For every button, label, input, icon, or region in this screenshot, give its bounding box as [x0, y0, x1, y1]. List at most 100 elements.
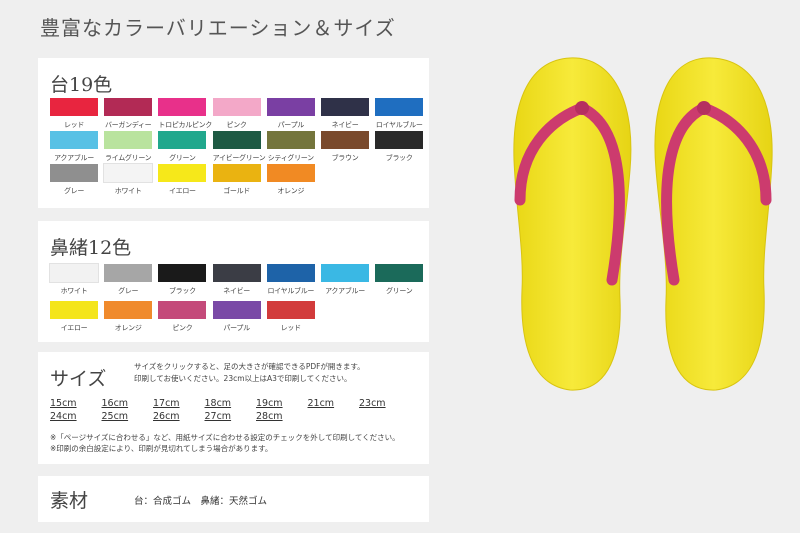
- base-color-swatch-chip: [212, 164, 261, 182]
- base-color-swatch-chip: [50, 131, 98, 149]
- base-color-swatch-label: イエロー: [169, 187, 196, 195]
- base-color-swatch-chip: [158, 131, 207, 149]
- left-toe-post: [575, 101, 589, 115]
- base-color-swatch-chip: [375, 131, 424, 149]
- base-color-swatch-label: バーガンディー: [104, 121, 152, 129]
- base-color-swatch-label: アクアブルー: [54, 154, 94, 162]
- base-color-swatch: ブラック: [375, 131, 424, 163]
- base-color-swatch-label: ロイヤルブルー: [375, 121, 423, 129]
- strap-color-swatch-label: レッド: [280, 324, 301, 332]
- base-color-swatch: ピンク: [212, 98, 261, 130]
- strap-color-swatch: ネイビー: [212, 264, 261, 296]
- strap-color-swatch-chip: [321, 264, 369, 282]
- base-color-swatch-chip: [212, 98, 261, 116]
- left-sandal: [513, 57, 632, 391]
- base-color-swatch-label: レッド: [63, 121, 85, 129]
- strap-color-swatch-chip: [50, 301, 98, 319]
- base-color-swatch-label: ブラック: [385, 154, 413, 162]
- base-color-swatch-label: ブラウン: [331, 154, 359, 162]
- strap-color-swatch-chip: [266, 264, 315, 282]
- base-color-swatch: ネイビー: [321, 98, 369, 130]
- size-link[interactable]: 21cm: [308, 398, 335, 409]
- page-title: 豊富なカラーバリエーション＆サイズ: [40, 16, 396, 40]
- base-color-swatch-label: アイビーグリーン: [212, 154, 266, 162]
- base-color-swatch-chip: [104, 98, 153, 116]
- strap-color-swatch-chip: [104, 264, 153, 282]
- strap-color-swatch-chip: [158, 264, 207, 282]
- strap-color-swatch-chip: [49, 263, 99, 283]
- strap-color-swatch: オレンジ: [104, 301, 153, 333]
- base-color-swatch: パープル: [266, 98, 315, 130]
- base-color-swatch: アイビーグリーン: [212, 131, 266, 163]
- base-color-swatch-label: グリーン: [169, 154, 196, 162]
- base-color-swatch: ゴールド: [212, 164, 261, 196]
- strap-color-swatch-label: ホワイト: [60, 287, 88, 295]
- base-color-swatch-label: シティグリーン: [267, 154, 314, 162]
- sizes-description: サイズをクリックすると、足の大きさが確認できるPDFが開きます。 印刷してお使い…: [134, 361, 424, 385]
- strap-colors-panel: 鼻緒12色 ホワイト グレー ブラック ネイビー ロイヤルブルー アクアブルー グリーン イエ…: [38, 221, 429, 342]
- base-color-swatch-label: グレー: [63, 187, 85, 195]
- right-sandal: [654, 57, 773, 391]
- base-color-swatch: ロイヤルブルー: [375, 98, 424, 130]
- base-color-swatch: ホワイト: [103, 163, 154, 196]
- strap-colors-heading: 鼻緒12色: [50, 237, 132, 259]
- base-color-swatch: イエロー: [158, 164, 207, 196]
- base-color-swatch-label: ピンク: [226, 121, 247, 129]
- strap-color-swatch-label: ネイビー: [223, 287, 250, 295]
- strap-color-swatch-label: グレー: [118, 287, 139, 295]
- strap-color-swatch-label: ピンク: [172, 324, 193, 332]
- strap-color-swatch-label: パープル: [223, 324, 250, 332]
- flip-flops-photo: [513, 57, 773, 391]
- size-link[interactable]: 15cm: [50, 398, 77, 409]
- size-link[interactable]: 19cm: [256, 398, 283, 409]
- base-color-swatch-chip: [266, 164, 315, 182]
- size-link[interactable]: 25cm: [102, 411, 129, 422]
- base-color-swatch: グリーン: [158, 131, 207, 163]
- base-color-swatch: アクアブルー: [50, 131, 98, 163]
- base-color-swatch-chip: [50, 164, 98, 182]
- base-color-swatch-label: ライムグリーン: [104, 154, 152, 162]
- base-color-swatch-label: トロピカルピンク: [158, 121, 212, 129]
- size-link[interactable]: 24cm: [50, 411, 77, 422]
- sizes-description-line1: サイズをクリックすると、足の大きさが確認できるPDFが開きます。: [134, 362, 365, 371]
- base-color-swatch-chip: [266, 131, 315, 149]
- size-link[interactable]: 16cm: [102, 398, 129, 409]
- size-link[interactable]: 23cm: [359, 398, 386, 409]
- base-color-swatch-label: ネイビー: [331, 121, 359, 129]
- size-note-1: ※「ページサイズに合わせる」など、用紙サイズに合わせる設定のチェックを外して印刷…: [50, 433, 400, 442]
- strap-color-swatch-label: ロイヤルブルー: [267, 287, 315, 295]
- strap-color-swatch-label: アクアブルー: [325, 287, 365, 295]
- strap-color-swatch: ロイヤルブルー: [266, 264, 315, 296]
- base-color-swatch-chip: [321, 98, 369, 116]
- strap-color-swatch-chip: [375, 264, 424, 282]
- base-colors-heading: 台19色: [50, 74, 113, 96]
- size-link[interactable]: 28cm: [256, 411, 283, 422]
- base-color-swatch-chip: [50, 98, 98, 116]
- sizes-panel: サイズ サイズをクリックすると、足の大きさが確認できるPDFが開きます。 印刷し…: [38, 352, 429, 464]
- strap-color-swatch: レッド: [266, 301, 315, 333]
- size-link[interactable]: 27cm: [205, 411, 232, 422]
- base-colors-panel: 台19色 レッド バーガンディー トロピカルピンク ピンク パープル ネイビー ロイヤルブル…: [38, 58, 429, 208]
- strap-color-swatch-chip: [212, 301, 261, 319]
- base-color-swatch-chip: [212, 131, 261, 149]
- strap-color-swatch: ブラック: [158, 264, 207, 296]
- base-color-swatch-label: ホワイト: [114, 187, 142, 195]
- size-note-2: ※印刷の余白設定により、印刷が見切れてしまう場合があります。: [50, 444, 273, 453]
- base-color-swatch-chip: [103, 163, 154, 183]
- strap-color-swatch: グレー: [104, 264, 153, 296]
- size-link[interactable]: 17cm: [153, 398, 180, 409]
- strap-color-swatch-chip: [266, 301, 315, 319]
- strap-color-swatch: ホワイト: [49, 263, 99, 296]
- strap-color-swatch-chip: [158, 301, 207, 319]
- strap-color-swatch-label: ブラック: [168, 287, 196, 295]
- size-link[interactable]: 26cm: [153, 411, 180, 422]
- base-color-swatch-label: オレンジ: [277, 187, 305, 195]
- strap-color-swatch: パープル: [212, 301, 261, 333]
- base-color-swatch-chip: [104, 131, 153, 149]
- strap-color-swatch: アクアブルー: [321, 264, 369, 296]
- size-link[interactable]: 18cm: [205, 398, 232, 409]
- strap-color-swatch: ピンク: [158, 301, 207, 333]
- base-color-swatch: グレー: [50, 164, 98, 196]
- material-heading: 素材: [50, 490, 89, 512]
- base-color-swatch-chip: [375, 98, 424, 116]
